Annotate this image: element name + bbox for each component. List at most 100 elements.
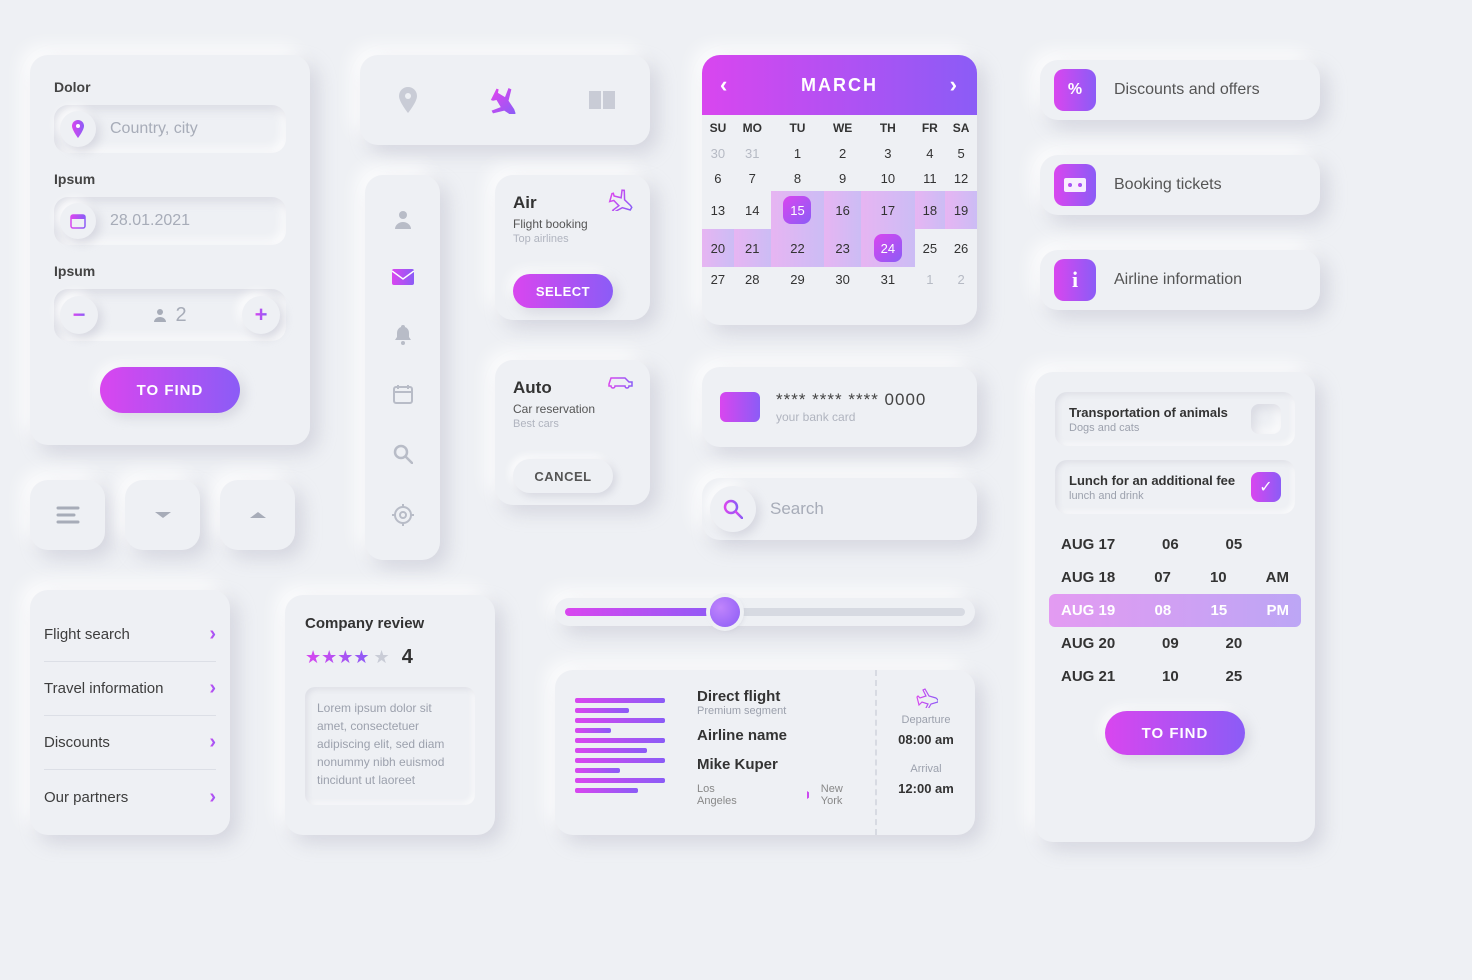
calendar-day[interactable]: 13 [702, 191, 734, 229]
link-row[interactable]: Flight search› [44, 608, 216, 662]
calendar-day[interactable]: 5 [945, 141, 977, 166]
ticket-to: New York [821, 783, 863, 807]
search-icon [710, 486, 756, 532]
chevron-down-button[interactable] [125, 480, 200, 550]
search-nav-icon[interactable] [393, 444, 413, 464]
calendar-day[interactable]: 2 [824, 141, 861, 166]
checkbox-off[interactable] [1251, 404, 1281, 434]
date-field[interactable]: 28.01.2021 [54, 197, 286, 245]
calendar-day[interactable]: 11 [915, 166, 946, 191]
calendar-day[interactable]: 3 [861, 141, 914, 166]
slider-knob[interactable] [710, 597, 740, 627]
calendar-day[interactable]: 24 [861, 229, 914, 267]
calendar-day[interactable]: 26 [945, 229, 977, 267]
seg-hotel[interactable] [577, 75, 627, 125]
chevron-up-button[interactable] [220, 480, 295, 550]
calendar-day[interactable]: 10 [861, 166, 914, 191]
credit-card-field[interactable]: **** **** **** 0000 your bank card [702, 367, 977, 447]
datetime-wheel[interactable]: AUG 170605AUG 180710AMAUG 190815PMAUG 20… [1055, 528, 1295, 693]
air-sub: Flight booking [513, 217, 632, 231]
calendar-grid[interactable]: SUMOTUWETHFRSA30311234567891011121314151… [702, 115, 977, 292]
option-animals[interactable]: Transportation of animalsDogs and cats [1055, 392, 1295, 446]
calendar-day[interactable]: 31 [861, 267, 914, 292]
calendar-day[interactable]: 21 [734, 229, 771, 267]
calendar-day[interactable]: 2 [945, 267, 977, 292]
location-field[interactable]: Country, city [54, 105, 286, 153]
bell-icon[interactable] [394, 325, 412, 345]
search-bar[interactable]: Search [702, 478, 977, 540]
ticket-icon [1054, 164, 1096, 206]
calendar-day[interactable]: 30 [702, 141, 734, 166]
picker-find-button[interactable]: TO FIND [1105, 711, 1245, 755]
chip-discounts[interactable]: % Discounts and offers [1040, 60, 1320, 120]
next-month-button[interactable]: › [950, 72, 959, 98]
calendar-day[interactable]: 18 [915, 191, 946, 229]
links-card: Flight search›Travel information›Discoun… [30, 590, 230, 835]
cancel-button[interactable]: CANCEL [513, 459, 613, 493]
calendar-day[interactable]: 27 [702, 267, 734, 292]
calendar-nav-icon[interactable] [393, 384, 413, 404]
link-row[interactable]: Travel information› [44, 662, 216, 716]
arr-time: 12:00 am [898, 781, 954, 796]
seg-flight[interactable] [480, 75, 530, 125]
link-row[interactable]: Our partners› [44, 770, 216, 824]
link-row[interactable]: Discounts› [44, 716, 216, 770]
calendar-day[interactable]: 8 [771, 166, 824, 191]
calendar-day[interactable]: 25 [915, 229, 946, 267]
chip-label: Discounts and offers [1114, 81, 1260, 99]
calendar-day[interactable]: 14 [734, 191, 771, 229]
find-button[interactable]: TO FIND [100, 367, 240, 413]
auto-card: Auto Car reservation Best cars CANCEL [495, 360, 650, 505]
prev-month-button[interactable]: ‹ [720, 72, 729, 98]
select-button[interactable]: SELECT [513, 274, 613, 308]
ticket-pax: Mike Kuper [697, 756, 863, 773]
calendar-day[interactable]: 1 [915, 267, 946, 292]
calendar-day[interactable]: 17 [861, 191, 914, 229]
wheel-row[interactable]: AUG 170605 [1055, 528, 1295, 561]
calendar-day[interactable]: 1 [771, 141, 824, 166]
calendar-day[interactable]: 22 [771, 229, 824, 267]
range-slider[interactable] [555, 598, 975, 626]
calendar-day[interactable]: 15 [771, 191, 824, 229]
calendar-day[interactable]: 30 [824, 267, 861, 292]
calendar-day[interactable]: 9 [824, 166, 861, 191]
chip-info[interactable]: i Airline information [1040, 250, 1320, 310]
review-card: Company review ★★★★★ 4 Lorem ipsum dolor… [285, 595, 495, 835]
wheel-row[interactable]: AUG 211025 [1055, 660, 1295, 693]
calendar-day[interactable]: 31 [734, 141, 771, 166]
calendar-day[interactable]: 28 [734, 267, 771, 292]
pax-display: 2 [153, 304, 186, 327]
pin-icon [60, 111, 96, 147]
auto-sub: Car reservation [513, 402, 632, 416]
chip-label: Airline information [1114, 271, 1242, 289]
wheel-row[interactable]: AUG 180710AM [1055, 561, 1295, 594]
option-lunch[interactable]: Lunch for an additional feelunch and dri… [1055, 460, 1295, 514]
menu-button[interactable] [30, 480, 105, 550]
wheel-row[interactable]: AUG 190815PM [1049, 594, 1301, 627]
checkbox-on[interactable]: ✓ [1251, 472, 1281, 502]
chip-booking[interactable]: Booking tickets [1040, 155, 1320, 215]
calendar-header: ‹ MARCH › [702, 55, 977, 115]
calendar: ‹ MARCH › SUMOTUWETHFRSA3031123456789101… [702, 55, 977, 325]
options-picker: Transportation of animalsDogs and cats L… [1035, 372, 1315, 842]
search-card: Dolor Country, city Ipsum 28.01.2021 Ips… [30, 55, 310, 445]
calendar-day[interactable]: 7 [734, 166, 771, 191]
calendar-day[interactable]: 12 [945, 166, 977, 191]
mail-icon[interactable] [392, 269, 414, 285]
calendar-day[interactable]: 29 [771, 267, 824, 292]
calendar-day[interactable]: 19 [945, 191, 977, 229]
calendar-day[interactable]: 23 [824, 229, 861, 267]
gear-icon[interactable] [392, 504, 414, 526]
calendar-day[interactable]: 6 [702, 166, 734, 191]
card-icon [720, 392, 760, 422]
minus-button[interactable]: − [60, 296, 98, 334]
date-label: Ipsum [54, 171, 286, 187]
calendar-day[interactable]: 16 [824, 191, 861, 229]
plus-button[interactable]: + [242, 296, 280, 334]
user-icon[interactable] [393, 209, 413, 229]
seg-location[interactable] [383, 75, 433, 125]
card-hint: your bank card [776, 410, 926, 424]
wheel-row[interactable]: AUG 200920 [1055, 627, 1295, 660]
calendar-day[interactable]: 20 [702, 229, 734, 267]
calendar-day[interactable]: 4 [915, 141, 946, 166]
